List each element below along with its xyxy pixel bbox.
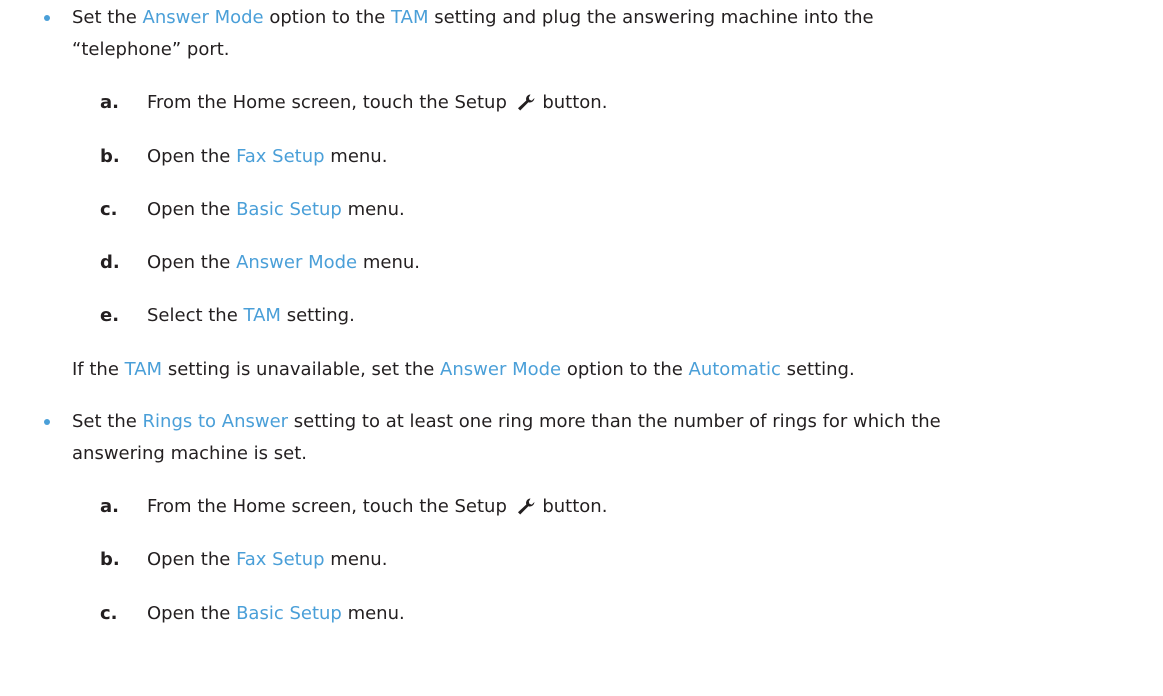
step-marker: b. [100, 549, 120, 570]
step-marker: a. [100, 92, 119, 113]
step-marker: c. [100, 603, 118, 624]
bullet-marker [44, 419, 50, 425]
step-marker: a. [100, 496, 119, 517]
link-fax-setup: Fax Setup [236, 146, 325, 167]
note-text: If the TAM setting is unavailable, set t… [72, 359, 855, 380]
step-text: From the Home screen, touch the Setup bu… [147, 496, 608, 517]
step-text: Open the Answer Mode menu. [147, 252, 420, 273]
bullet-marker [44, 15, 50, 21]
bullet2-line2: answering machine is set. [72, 443, 307, 464]
step-marker: e. [100, 305, 120, 326]
link-tam: TAM [124, 359, 163, 380]
step-marker: c. [100, 199, 118, 220]
step-marker: b. [100, 146, 120, 167]
step-text: From the Home screen, touch the Setup bu… [147, 92, 608, 113]
step-text: Open the Basic Setup menu. [147, 199, 405, 220]
step-text: Select the TAM setting. [147, 305, 355, 326]
link-answer-mode: Answer Mode [142, 7, 264, 28]
link-answer-mode: Answer Mode [440, 359, 562, 380]
link-answer-mode: Answer Mode [236, 252, 358, 273]
wrench-icon [517, 94, 535, 111]
link-fax-setup: Fax Setup [236, 549, 325, 570]
bullet1-line1: Set the Answer Mode option to the TAM se… [72, 7, 874, 28]
link-tam: TAM [391, 7, 429, 28]
step-text: Open the Fax Setup menu. [147, 146, 388, 167]
link-basic-setup: Basic Setup [236, 603, 342, 624]
link-tam: TAM [243, 305, 281, 326]
bullet2-line1: Set the Rings to Answer setting to at le… [72, 411, 941, 432]
step-text: Open the Basic Setup menu. [147, 603, 405, 624]
link-basic-setup: Basic Setup [236, 199, 342, 220]
wrench-icon [517, 498, 535, 515]
bullet1-line2: “telephone” port. [72, 39, 230, 60]
link-automatic: Automatic [688, 359, 781, 380]
step-text: Open the Fax Setup menu. [147, 549, 388, 570]
step-marker: d. [100, 252, 120, 273]
link-rings-to-answer: Rings to Answer [142, 411, 289, 432]
